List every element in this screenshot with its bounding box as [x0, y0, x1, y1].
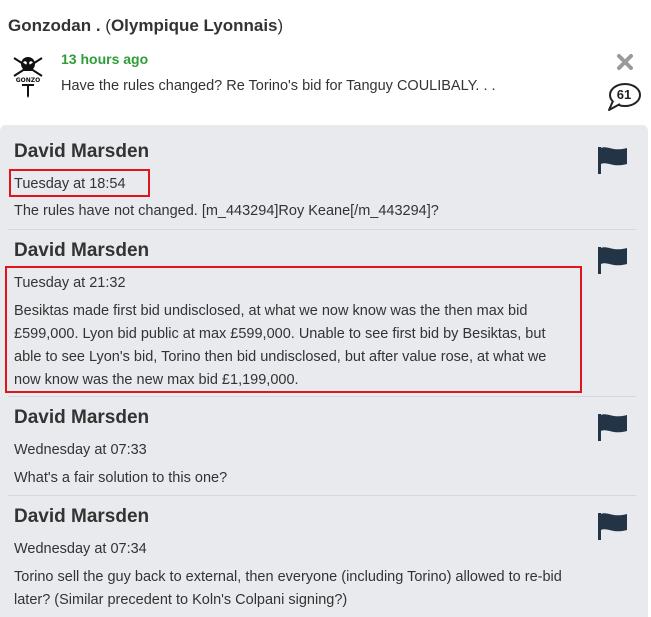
comment-time: Wednesday at 07:34: [14, 541, 147, 557]
comment-item: David Marsden Wednesday at 07:33 What's …: [0, 397, 648, 495]
highlight-box: [5, 266, 582, 393]
comment-body: The rules have not changed. [m_443294]Ro…: [14, 203, 439, 219]
flag-icon[interactable]: [596, 245, 630, 275]
reply-count-button[interactable]: 61: [606, 82, 642, 112]
topic-row: GONZO 13 hours ago Have the rules change…: [0, 46, 651, 124]
flag-icon[interactable]: [596, 145, 630, 175]
comment-item: David Marsden Wednesday at 07:34 Torino …: [0, 496, 648, 617]
skull-dagger-icon[interactable]: GONZO: [8, 54, 48, 98]
comment-author[interactable]: David Marsden: [14, 240, 149, 262]
topic-title[interactable]: Have the rules changed? Re Torino's bid …: [61, 78, 496, 94]
comment-author[interactable]: David Marsden: [14, 141, 149, 163]
comment-body: What's a fair solution to this one?: [14, 470, 228, 486]
comment-author[interactable]: David Marsden: [14, 407, 149, 429]
topic-club[interactable]: Olympique Lyonnais: [111, 16, 278, 35]
flag-icon[interactable]: [596, 511, 630, 541]
topic-username[interactable]: Gonzodan .: [8, 16, 101, 35]
comment-time: Wednesday at 07:33: [14, 442, 147, 458]
highlight-box: [9, 169, 150, 197]
flag-icon[interactable]: [596, 412, 630, 442]
topic-header: Gonzodan . (Olympique Lyonnais): [8, 16, 283, 36]
club-close-paren: ): [277, 16, 284, 35]
reply-count: 61: [616, 87, 632, 102]
comment-author[interactable]: David Marsden: [14, 506, 149, 528]
close-icon[interactable]: [614, 51, 636, 73]
time-ago: 13 hours ago: [61, 51, 149, 67]
avatar-text: GONZO: [16, 77, 41, 84]
comment-body: Torino sell the guy back to external, th…: [14, 569, 562, 608]
